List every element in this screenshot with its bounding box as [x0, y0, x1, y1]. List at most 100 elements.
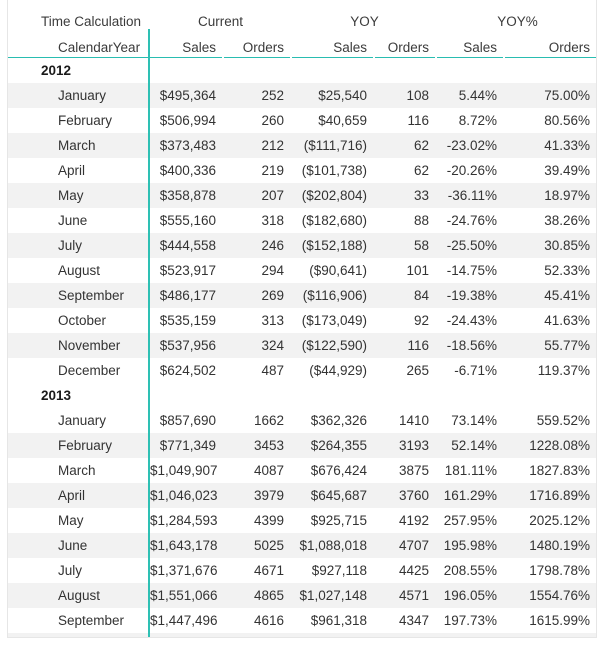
- cell-yoy-percent-orders: 30.85%: [505, 233, 596, 258]
- table-row[interactable]: September $1,447,496 4616 $961,318 4347 197.7…: [8, 608, 596, 633]
- table-row[interactable]: January $495,364 252 $25,540 108 5.44% 75.00%: [8, 83, 596, 108]
- month-label[interactable]: September: [8, 283, 150, 308]
- cell-yoy-orders: 4425: [398, 563, 430, 578]
- cell-yoy-percent-orders: 80.56%: [544, 113, 591, 128]
- cell-yoy-percent-orders: [505, 58, 596, 83]
- month-label[interactable]: April: [8, 158, 150, 183]
- cell-current-orders: 313: [261, 313, 285, 328]
- matrix-visual[interactable]: Time Calculation Current YOY YOY% Calend…: [7, 0, 597, 638]
- month-label[interactable]: May: [8, 508, 150, 533]
- month-label[interactable]: January: [8, 408, 150, 433]
- table-row[interactable]: June $555,160 318 ($182,680) 88 -24.76% 38.26%: [8, 208, 596, 233]
- cell-yoy-sales: ($90,641): [309, 263, 368, 278]
- month-label[interactable]: October: [8, 308, 150, 333]
- table-row[interactable]: March $1,049,907 4087 $676,424 3875 181.11% 18…: [8, 458, 596, 483]
- column-header-current-orders[interactable]: Orders: [224, 29, 292, 58]
- matrix-year-row[interactable]: 2013: [8, 383, 596, 408]
- cell-current-sales: $555,160: [159, 213, 216, 228]
- month-label[interactable]: April: [8, 483, 150, 508]
- table-row[interactable]: July $444,558 246 ($152,188) 58 -25.50% 30.85%: [8, 233, 596, 258]
- cell-yoy-percent-orders: 1798.78%: [529, 563, 591, 578]
- cell-yoy-percent-sales: -18.56%: [437, 333, 506, 358]
- table-row[interactable]: April $400,336 219 ($101,738) 62 -20.26% 39.49…: [8, 158, 596, 183]
- cell-yoy-sales: $1,027,148: [292, 583, 376, 608]
- month-label[interactable]: August: [8, 258, 150, 283]
- column-group-current[interactable]: Current: [149, 0, 292, 29]
- cell-current-sales: $1,049,907: [150, 463, 218, 478]
- cell-current-sales: $506,994: [159, 113, 216, 128]
- table-row[interactable]: October$1,673,2935300$1,138,1344987212.6…: [8, 633, 596, 637]
- cell-yoy-sales: ($202,804): [292, 183, 376, 208]
- cell-yoy-percent-orders: 1554.76%: [505, 583, 596, 608]
- cell-yoy-percent-sales: 5.44%: [437, 83, 506, 108]
- cell-yoy-sales: $362,326: [310, 413, 368, 428]
- column-header-yoy-percent-orders[interactable]: Orders: [505, 29, 596, 58]
- year-label[interactable]: 2012: [8, 58, 150, 83]
- table-row[interactable]: May $358,878 207 ($202,804) 33 -36.11% 18.97%: [8, 183, 596, 208]
- month-label[interactable]: August: [8, 583, 150, 608]
- table-row[interactable]: November $537,956 324 ($122,590) 116 -18.56% 5…: [8, 333, 596, 358]
- cell-yoy-percent-orders: 2025.12%: [529, 513, 591, 528]
- cell-current-orders: 246: [224, 233, 293, 258]
- cell-current-orders: 4671: [253, 563, 285, 578]
- cell-current-orders: 5300: [224, 633, 293, 637]
- cell-yoy-sales: ($182,680): [301, 213, 368, 228]
- column-header-yoy-percent-sales[interactable]: Sales: [437, 29, 505, 58]
- month-label[interactable]: January: [8, 83, 150, 108]
- month-label[interactable]: July: [8, 558, 150, 583]
- column-group-yoy-percent[interactable]: YOY%: [437, 0, 596, 29]
- column-header-calendaryear[interactable]: CalendarYear: [8, 29, 150, 58]
- cell-yoy-orders: 92: [414, 313, 430, 328]
- cell-current-sales: $486,177: [149, 283, 224, 308]
- month-label[interactable]: July: [8, 233, 150, 258]
- table-row[interactable]: April $1,046,023 3979 $645,687 3760 161.29% 17…: [8, 483, 596, 508]
- month-label[interactable]: September: [8, 608, 150, 633]
- cell-yoy-orders: 116: [407, 113, 430, 128]
- table-row[interactable]: August $523,917 294 ($90,641) 101 -14.75% 52.3…: [8, 258, 596, 283]
- column-header-current-sales[interactable]: Sales: [149, 29, 224, 58]
- column-group-yoy[interactable]: YOY: [292, 0, 437, 29]
- month-label[interactable]: February: [8, 108, 150, 133]
- month-label[interactable]: October: [8, 633, 150, 637]
- cell-yoy-percent-orders: 119.37%: [537, 363, 591, 378]
- table-row[interactable]: October $535,159 313 ($173,049) 92 -24.43% 41.…: [8, 308, 596, 333]
- cell-current-orders: [224, 58, 293, 83]
- cell-yoy-percent-orders: 39.49%: [544, 163, 591, 178]
- table-row[interactable]: August $1,551,066 4865 $1,027,148 4571 196.05…: [8, 583, 596, 608]
- cell-yoy-sales: ($101,738): [301, 163, 368, 178]
- month-label[interactable]: June: [8, 208, 150, 233]
- column-header-yoy-orders[interactable]: Orders: [375, 29, 437, 58]
- table-row[interactable]: March $373,483 212 ($111,716) 62 -23.02% 41.33…: [8, 133, 596, 158]
- column-group-header-row: Time Calculation Current YOY YOY%: [8, 0, 596, 29]
- cell-current-sales: $358,878: [149, 183, 224, 208]
- month-label[interactable]: May: [8, 183, 150, 208]
- cell-yoy-percent-orders: 1480.19%: [505, 533, 596, 558]
- table-row[interactable]: February $771,349 3453 $264,355 3193 52.14% 12…: [8, 433, 596, 458]
- month-label[interactable]: February: [8, 433, 150, 458]
- cell-current-sales: $624,502: [159, 363, 216, 378]
- column-header-row: CalendarYear Sales Orders Sales Orders S…: [8, 29, 596, 58]
- matrix-year-row[interactable]: 2012: [8, 58, 596, 83]
- month-label[interactable]: November: [8, 333, 150, 358]
- cell-yoy-sales: ($173,049): [301, 313, 368, 328]
- year-label[interactable]: 2013: [8, 383, 150, 408]
- table-row[interactable]: May $1,284,593 4399 $925,715 4192 257.95% 2025…: [8, 508, 596, 533]
- month-label[interactable]: March: [8, 133, 150, 158]
- cell-current-sales: $1,046,023: [149, 483, 224, 508]
- cell-yoy-percent-sales: -6.71%: [454, 363, 498, 378]
- table-row[interactable]: December $624,502 487 ($44,929) 265 -6.71% 119…: [8, 358, 596, 383]
- table-row[interactable]: July $1,371,676 4671 $927,118 4425 208.55% 179…: [8, 558, 596, 583]
- table-row[interactable]: February $506,994 260 $40,659 116 8.72% 80.56%: [8, 108, 596, 133]
- table-row[interactable]: September $486,177 269 ($116,906) 84 -19.38% 4…: [8, 283, 596, 308]
- table-row[interactable]: June $1,643,178 5025 $1,088,018 4707 195.98% 1…: [8, 533, 596, 558]
- month-label[interactable]: June: [8, 533, 150, 558]
- cell-current-sales: $1,447,496: [150, 613, 218, 628]
- cell-yoy-orders: 4707: [375, 533, 438, 558]
- cell-current-orders: 3979: [224, 483, 293, 508]
- month-label[interactable]: March: [8, 458, 150, 483]
- column-header-yoy-sales[interactable]: Sales: [292, 29, 375, 58]
- cell-current-sales: $1,673,293: [149, 633, 224, 637]
- table-row[interactable]: January $857,690 1662 $362,326 1410 73.14% 559…: [8, 408, 596, 433]
- cell-yoy-percent-orders: 52.33%: [544, 263, 591, 278]
- month-label[interactable]: December: [8, 358, 150, 383]
